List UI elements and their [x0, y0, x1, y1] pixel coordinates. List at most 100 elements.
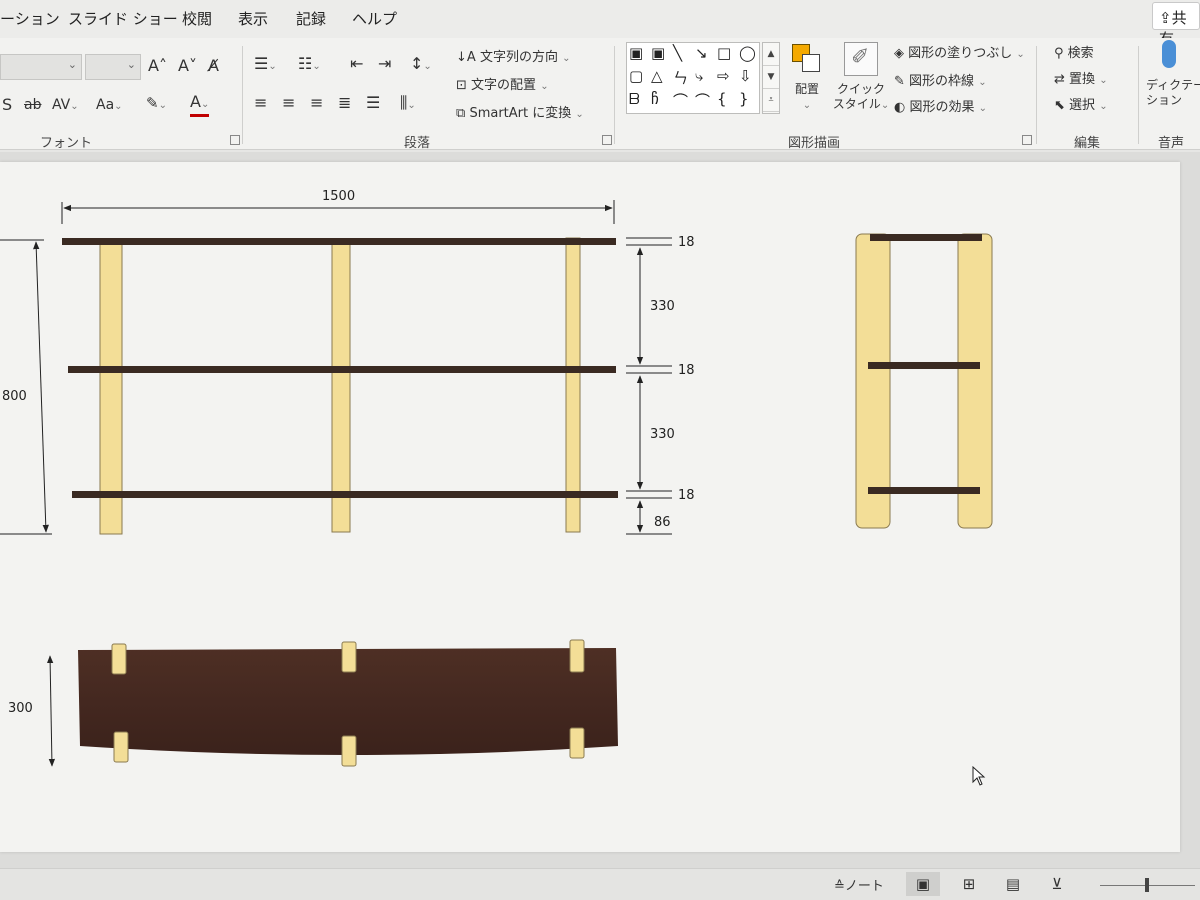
font-name-combo[interactable]: ⌄ — [0, 54, 82, 80]
character-spacing-icon[interactable]: AV⌄ — [52, 95, 79, 117]
rounded-rect-shape-icon[interactable]: ▢ — [629, 67, 643, 85]
shrink-font-icon[interactable]: A˅ — [178, 56, 197, 76]
slide-sorter-view-icon[interactable]: ⊞ — [952, 872, 986, 896]
right-arrow-shape-icon[interactable]: ⇨ — [717, 67, 730, 85]
justify-icon[interactable]: ≣ — [338, 93, 351, 113]
side-leg-back[interactable] — [957, 233, 993, 529]
gallery-down-icon[interactable]: ▼ — [763, 66, 779, 89]
change-case-icon[interactable]: Aa⌄ — [96, 95, 123, 117]
right-brace-shape-icon[interactable]: } — [739, 90, 749, 108]
paragraph-dialog-launcher-icon[interactable] — [602, 135, 612, 145]
elbow-arrow-shape-icon[interactable]: ⤷ — [695, 67, 703, 85]
top-leg-back-left[interactable] — [113, 731, 129, 763]
font-size-combo[interactable]: ⌄ — [85, 54, 141, 80]
quick-styles-icon[interactable]: ✐ — [844, 42, 878, 76]
tab-help[interactable]: ヘルプ — [352, 8, 397, 29]
slide[interactable]: 1500 800 18 330 18 330 18 86 300 — [0, 162, 1180, 852]
share-button[interactable]: ⇪共有 — [1152, 2, 1200, 48]
zoom-slider-thumb[interactable] — [1145, 878, 1149, 892]
align-left-icon[interactable]: ≡ — [254, 93, 267, 113]
side-board-top[interactable] — [870, 234, 982, 241]
tab-review[interactable]: 校閲 — [182, 8, 212, 29]
align-center-icon[interactable]: ≡ — [282, 93, 295, 113]
replace-label: 置換 — [1069, 72, 1096, 87]
front-board-middle[interactable] — [68, 366, 616, 373]
shape-effects-button[interactable]: ◐ 図形の効果 ⌄ — [894, 96, 987, 115]
tab-record[interactable]: 記録 — [296, 8, 326, 29]
shape-fill-label: 図形の塗りつぶし — [908, 46, 1013, 61]
clear-format-icon[interactable]: A̸ — [208, 56, 219, 76]
line-spacing-icon[interactable]: ↕⌄ — [410, 54, 432, 77]
microphone-icon[interactable] — [1162, 40, 1176, 68]
side-board-bottom[interactable] — [868, 487, 980, 494]
arrow-line-shape-icon[interactable]: ↘ — [695, 44, 708, 62]
front-board-top[interactable] — [62, 238, 616, 245]
reading-view-icon[interactable]: ▤ — [996, 872, 1030, 896]
font-color-icon[interactable]: A⌄ — [190, 93, 210, 117]
dictate-button[interactable]: ディクテー ション — [1146, 78, 1200, 108]
tab-view[interactable]: 表示 — [238, 8, 268, 29]
front-board-bottom[interactable] — [72, 491, 618, 498]
normal-view-icon[interactable]: ▣ — [906, 872, 940, 896]
freeform-shape-icon[interactable]: ᗷ — [629, 90, 640, 108]
highlight-pen-icon[interactable]: ✎⌄ — [146, 93, 167, 116]
gallery-more-icon[interactable]: ⩡ — [763, 89, 779, 112]
front-leg-left[interactable] — [99, 239, 123, 535]
side-leg-front[interactable] — [855, 233, 891, 529]
quick-styles-button[interactable]: クイック スタイル⌄ — [830, 82, 892, 113]
side-board-middle[interactable] — [868, 362, 980, 369]
find-button[interactable]: ⚲ 検索 — [1054, 42, 1094, 61]
increase-indent-icon[interactable]: ⇥ — [378, 54, 391, 74]
bullets-icon[interactable]: ☰⌄ — [254, 54, 277, 77]
vertical-textbox-shape-icon[interactable]: ▣ — [651, 44, 665, 62]
top-leg-front-middle[interactable] — [341, 641, 357, 673]
slideshow-view-icon[interactable]: ⊻ — [1040, 872, 1074, 896]
select-button[interactable]: ⬉ 選択 ⌄ — [1054, 94, 1108, 113]
textbox-shape-icon[interactable]: ▣ — [629, 44, 643, 62]
curve-shape-icon[interactable]: ⌒ — [695, 90, 710, 111]
columns-icon[interactable]: ⫼⌄ — [400, 93, 416, 116]
front-leg-right[interactable] — [565, 237, 581, 533]
top-leg-back-right[interactable] — [569, 727, 585, 759]
arrange-button[interactable]: 配置 ⌄ — [786, 82, 828, 113]
text-direction-button[interactable]: ↓A 文字列の方向 ⌄ — [456, 46, 570, 65]
shape-outline-button[interactable]: ✎ 図形の枠線 ⌄ — [894, 70, 987, 89]
smartart-button[interactable]: ⧉ SmartArt に変換 ⌄ — [456, 102, 584, 121]
drawing-dialog-launcher-icon[interactable] — [1022, 135, 1032, 145]
top-leg-back-middle[interactable] — [341, 735, 357, 767]
shape-gallery[interactable]: ▣ ▣ ╲ ↘ □ ◯ ▢ △ ㄣ ⤷ ⇨ ⇩ ᗷ ჩ ⌒ ⌒ { } — [626, 42, 760, 114]
front-leg-middle[interactable] — [331, 239, 351, 533]
left-brace-shape-icon[interactable]: { — [717, 90, 727, 108]
elbow-connector-shape-icon[interactable]: ㄣ — [673, 67, 688, 88]
tab-slideshow[interactable]: スライド ショー — [68, 8, 178, 29]
numbering-icon[interactable]: ☷⌄ — [298, 54, 321, 77]
down-arrow-shape-icon[interactable]: ⇩ — [739, 67, 752, 85]
align-text-button[interactable]: ⊡ 文字の配置 ⌄ — [456, 74, 549, 93]
top-leg-front-right[interactable] — [569, 639, 585, 673]
gallery-scrollbar[interactable]: ▲ ▼ ⩡ — [762, 42, 780, 114]
decrease-indent-icon[interactable]: ⇤ — [350, 54, 363, 74]
replace-button[interactable]: ⇄ 置換 ⌄ — [1054, 68, 1108, 87]
mouse-pointer-icon — [972, 766, 986, 786]
oval-shape-icon[interactable]: ◯ — [739, 44, 756, 62]
line-shape-icon[interactable]: ╲ — [673, 44, 682, 62]
notes-button[interactable]: ≙ノート — [834, 875, 884, 894]
arrange-icon[interactable] — [792, 44, 822, 74]
scribble-shape-icon[interactable]: ჩ — [651, 90, 659, 108]
gallery-up-icon[interactable]: ▲ — [763, 43, 779, 66]
align-right-icon[interactable]: ≡ — [310, 93, 323, 113]
grow-font-icon[interactable]: A˄ — [148, 56, 167, 76]
smartart-icon: ⧉ — [456, 106, 466, 121]
strikethrough-icon[interactable]: ab — [24, 95, 41, 115]
spacing-label: AV — [52, 97, 71, 113]
top-leg-front-left[interactable] — [111, 643, 127, 675]
shape-fill-button[interactable]: ◈ 図形の塗りつぶし ⌄ — [894, 42, 1025, 61]
rectangle-shape-icon[interactable]: □ — [717, 44, 731, 62]
arc-shape-icon[interactable]: ⌒ — [673, 90, 688, 111]
tab-animation[interactable]: ーション — [0, 8, 60, 29]
shadow-text-icon[interactable]: S — [2, 95, 12, 115]
distributed-icon[interactable]: ☰ — [366, 93, 380, 113]
triangle-shape-icon[interactable]: △ — [651, 67, 663, 85]
font-dialog-launcher-icon[interactable] — [230, 135, 240, 145]
shape-effects-label: 図形の効果 — [909, 100, 975, 115]
